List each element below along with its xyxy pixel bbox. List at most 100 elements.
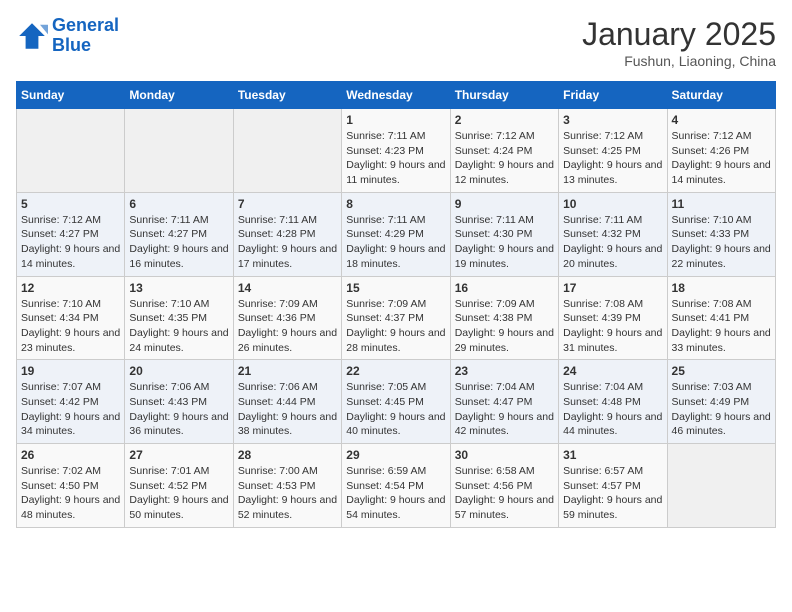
header-tuesday: Tuesday xyxy=(233,82,341,109)
calendar-cell: 24 Sunrise: 7:04 AMSunset: 4:48 PMDayligh… xyxy=(559,360,667,444)
day-info: Sunrise: 7:11 AMSunset: 4:28 PMDaylight:… xyxy=(238,213,337,272)
location-subtitle: Fushun, Liaoning, China xyxy=(582,53,776,69)
calendar-cell: 30 Sunrise: 6:58 AMSunset: 4:56 PMDayligh… xyxy=(450,444,558,528)
calendar-cell: 2 Sunrise: 7:12 AMSunset: 4:24 PMDaylight… xyxy=(450,109,558,193)
calendar-cell xyxy=(233,109,341,193)
day-number: 23 xyxy=(455,364,554,378)
day-info: Sunrise: 7:06 AMSunset: 4:43 PMDaylight:… xyxy=(129,380,228,439)
day-number: 18 xyxy=(672,281,771,295)
page-header: General Blue January 2025 Fushun, Liaoni… xyxy=(16,16,776,69)
day-info: Sunrise: 7:08 AMSunset: 4:39 PMDaylight:… xyxy=(563,297,662,356)
calendar-cell: 12 Sunrise: 7:10 AMSunset: 4:34 PMDayligh… xyxy=(17,276,125,360)
day-number: 31 xyxy=(563,448,662,462)
calendar-cell xyxy=(17,109,125,193)
day-number: 27 xyxy=(129,448,228,462)
day-info: Sunrise: 6:58 AMSunset: 4:56 PMDaylight:… xyxy=(455,464,554,523)
day-info: Sunrise: 7:02 AMSunset: 4:50 PMDaylight:… xyxy=(21,464,120,523)
logo-text: General Blue xyxy=(52,16,119,56)
day-number: 3 xyxy=(563,113,662,127)
header-saturday: Saturday xyxy=(667,82,775,109)
day-info: Sunrise: 7:05 AMSunset: 4:45 PMDaylight:… xyxy=(346,380,445,439)
day-number: 7 xyxy=(238,197,337,211)
calendar-cell xyxy=(125,109,233,193)
header-thursday: Thursday xyxy=(450,82,558,109)
day-number: 16 xyxy=(455,281,554,295)
day-info: Sunrise: 7:12 AMSunset: 4:24 PMDaylight:… xyxy=(455,129,554,188)
calendar-cell: 21Sunrise: 7:06 AMSunset: 4:44 PMDayligh… xyxy=(233,360,341,444)
day-info: Sunrise: 7:11 AMSunset: 4:27 PMDaylight:… xyxy=(129,213,228,272)
calendar-cell xyxy=(667,444,775,528)
day-number: 4 xyxy=(672,113,771,127)
day-info: Sunrise: 7:03 AMSunset: 4:49 PMDaylight:… xyxy=(672,380,771,439)
day-number: 19 xyxy=(21,364,120,378)
day-number: 22 xyxy=(346,364,445,378)
calendar-cell: 31 Sunrise: 6:57 AMSunset: 4:57 PMDayligh… xyxy=(559,444,667,528)
day-info: Sunrise: 7:12 AMSunset: 4:25 PMDaylight:… xyxy=(563,129,662,188)
calendar-cell: 20Sunrise: 7:06 AMSunset: 4:43 PMDayligh… xyxy=(125,360,233,444)
day-number: 1 xyxy=(346,113,445,127)
day-info: Sunrise: 7:04 AMSunset: 4:48 PMDaylight:… xyxy=(563,380,662,439)
day-info: Sunrise: 7:06 AMSunset: 4:44 PMDaylight:… xyxy=(238,380,337,439)
day-info: Sunrise: 6:59 AMSunset: 4:54 PMDaylight:… xyxy=(346,464,445,523)
day-number: 12 xyxy=(21,281,120,295)
day-info: Sunrise: 7:11 AMSunset: 4:23 PMDaylight:… xyxy=(346,129,445,188)
day-number: 10 xyxy=(563,197,662,211)
calendar-cell: 8 Sunrise: 7:11 AMSunset: 4:29 PMDaylight… xyxy=(342,192,450,276)
day-number: 5 xyxy=(21,197,120,211)
calendar-cell: 3 Sunrise: 7:12 AMSunset: 4:25 PMDaylight… xyxy=(559,109,667,193)
calendar-cell: 10 Sunrise: 7:11 AMSunset: 4:32 PMDayligh… xyxy=(559,192,667,276)
calendar-cell: 18 Sunrise: 7:08 AMSunset: 4:41 PMDayligh… xyxy=(667,276,775,360)
day-number: 8 xyxy=(346,197,445,211)
header-friday: Friday xyxy=(559,82,667,109)
day-info: Sunrise: 6:57 AMSunset: 4:57 PMDaylight:… xyxy=(563,464,662,523)
day-number: 24 xyxy=(563,364,662,378)
calendar-cell: 25 Sunrise: 7:03 AMSunset: 4:49 PMDayligh… xyxy=(667,360,775,444)
calendar-cell: 4Sunrise: 7:12 AMSunset: 4:26 PMDaylight… xyxy=(667,109,775,193)
header-wednesday: Wednesday xyxy=(342,82,450,109)
month-title: January 2025 xyxy=(582,16,776,53)
calendar-cell: 6Sunrise: 7:11 AMSunset: 4:27 PMDaylight… xyxy=(125,192,233,276)
calendar-week-row: 19 Sunrise: 7:07 AMSunset: 4:42 PMDayligh… xyxy=(17,360,776,444)
day-number: 2 xyxy=(455,113,554,127)
day-number: 28 xyxy=(238,448,337,462)
calendar-cell: 26 Sunrise: 7:02 AMSunset: 4:50 PMDayligh… xyxy=(17,444,125,528)
day-number: 26 xyxy=(21,448,120,462)
calendar-cell: 11 Sunrise: 7:10 AMSunset: 4:33 PMDayligh… xyxy=(667,192,775,276)
day-number: 9 xyxy=(455,197,554,211)
calendar-cell: 19 Sunrise: 7:07 AMSunset: 4:42 PMDayligh… xyxy=(17,360,125,444)
logo: General Blue xyxy=(16,16,119,56)
calendar-cell: 22 Sunrise: 7:05 AMSunset: 4:45 PMDayligh… xyxy=(342,360,450,444)
day-number: 17 xyxy=(563,281,662,295)
calendar-cell: 9 Sunrise: 7:11 AMSunset: 4:30 PMDaylight… xyxy=(450,192,558,276)
calendar-cell: 7 Sunrise: 7:11 AMSunset: 4:28 PMDaylight… xyxy=(233,192,341,276)
day-info: Sunrise: 7:09 AMSunset: 4:36 PMDaylight:… xyxy=(238,297,337,356)
day-info: Sunrise: 7:10 AMSunset: 4:34 PMDaylight:… xyxy=(21,297,120,356)
calendar-cell: 29Sunrise: 6:59 AMSunset: 4:54 PMDayligh… xyxy=(342,444,450,528)
day-info: Sunrise: 7:11 AMSunset: 4:32 PMDaylight:… xyxy=(563,213,662,272)
day-info: Sunrise: 7:04 AMSunset: 4:47 PMDaylight:… xyxy=(455,380,554,439)
day-info: Sunrise: 7:08 AMSunset: 4:41 PMDaylight:… xyxy=(672,297,771,356)
day-info: Sunrise: 7:10 AMSunset: 4:33 PMDaylight:… xyxy=(672,213,771,272)
title-block: January 2025 Fushun, Liaoning, China xyxy=(582,16,776,69)
day-info: Sunrise: 7:09 AMSunset: 4:37 PMDaylight:… xyxy=(346,297,445,356)
header-monday: Monday xyxy=(125,82,233,109)
day-info: Sunrise: 7:01 AMSunset: 4:52 PMDaylight:… xyxy=(129,464,228,523)
calendar-cell: 28Sunrise: 7:00 AMSunset: 4:53 PMDayligh… xyxy=(233,444,341,528)
calendar-cell: 14Sunrise: 7:09 AMSunset: 4:36 PMDayligh… xyxy=(233,276,341,360)
day-number: 30 xyxy=(455,448,554,462)
day-info: Sunrise: 7:11 AMSunset: 4:30 PMDaylight:… xyxy=(455,213,554,272)
day-number: 13 xyxy=(129,281,228,295)
day-number: 25 xyxy=(672,364,771,378)
calendar-week-row: 1 Sunrise: 7:11 AMSunset: 4:23 PMDaylight… xyxy=(17,109,776,193)
day-info: Sunrise: 7:10 AMSunset: 4:35 PMDaylight:… xyxy=(129,297,228,356)
day-info: Sunrise: 7:07 AMSunset: 4:42 PMDaylight:… xyxy=(21,380,120,439)
day-number: 15 xyxy=(346,281,445,295)
day-info: Sunrise: 7:11 AMSunset: 4:29 PMDaylight:… xyxy=(346,213,445,272)
day-info: Sunrise: 7:12 AMSunset: 4:27 PMDaylight:… xyxy=(21,213,120,272)
logo-icon xyxy=(16,20,48,52)
header-sunday: Sunday xyxy=(17,82,125,109)
day-number: 11 xyxy=(672,197,771,211)
calendar-week-row: 5 Sunrise: 7:12 AMSunset: 4:27 PMDaylight… xyxy=(17,192,776,276)
calendar-cell: 16Sunrise: 7:09 AMSunset: 4:38 PMDayligh… xyxy=(450,276,558,360)
calendar-cell: 5 Sunrise: 7:12 AMSunset: 4:27 PMDaylight… xyxy=(17,192,125,276)
